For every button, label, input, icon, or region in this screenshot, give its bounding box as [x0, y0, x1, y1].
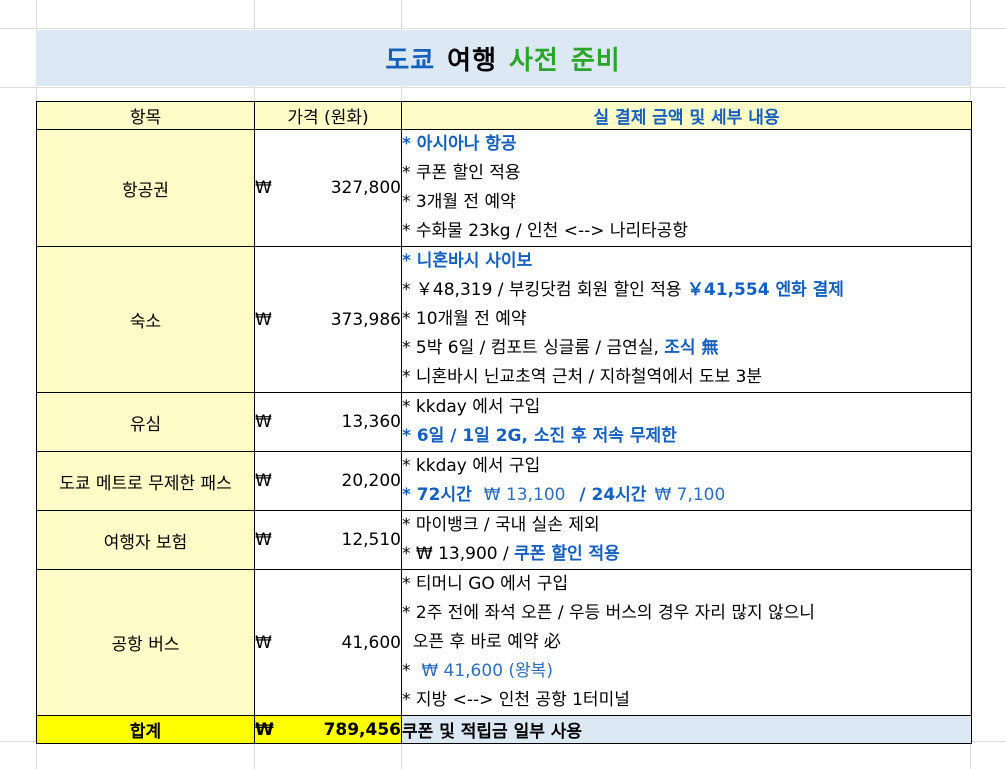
header-detail[interactable]: 실 결제 금액 및 세부 내용	[401, 101, 972, 130]
cell-price-flight[interactable]: ₩327,800	[254, 129, 402, 247]
title-word-prep: 준비	[570, 45, 621, 76]
currency-symbol: ₩	[255, 632, 272, 653]
detail-line: * 10개월 전 예약	[402, 309, 527, 329]
currency-symbol: ₩	[255, 178, 272, 198]
cell-item-flight[interactable]: 항공권	[36, 129, 255, 247]
detail-line: * ₩ 13,900 / 쿠폰 할인 적용	[402, 540, 971, 569]
cell-total-label[interactable]: 합계	[36, 715, 255, 744]
price-value: 41,600	[341, 632, 401, 653]
header-row: 항목 가격 (원화) 실 결제 금액 및 세부 내용	[36, 101, 972, 130]
cell-total-detail[interactable]: 쿠폰 및 적립금 일부 사용	[401, 715, 972, 744]
table-row: 여행자 보험 ₩12,510 * 마이뱅크 / 국내 실손 제외 * ₩ 13,…	[36, 510, 972, 570]
total-value: 789,456	[323, 719, 401, 740]
cell-price-usim[interactable]: ₩13,360	[254, 392, 402, 452]
header-price[interactable]: 가격 (원화)	[254, 101, 402, 130]
price-value: 327,800	[330, 178, 401, 198]
detail-price: ₩ 13,100	[483, 485, 566, 505]
title-word-trip: 여행	[447, 45, 497, 76]
detail-line: * 쿠폰 할인 적용	[402, 163, 521, 183]
detail-highlight: 조식 無	[664, 338, 719, 358]
title-word-advance: 사전	[509, 45, 559, 76]
detail-text: * 5박 6일 / 컴포트 싱글룸 / 금연실,	[402, 338, 665, 358]
detail-text: * ₩ 13,900 /	[402, 544, 515, 564]
cell-price-lodging[interactable]: ₩373,986	[254, 246, 402, 393]
detail-line: 오픈 후 바로 예약 必	[402, 632, 561, 652]
budget-table: 항목 가격 (원화) 실 결제 금액 및 세부 내용 항공권 ₩327,800 …	[36, 101, 972, 744]
cell-price-insurance[interactable]: ₩12,510	[254, 510, 402, 570]
detail-highlight: ￥41,554 엔화 결제	[686, 280, 844, 300]
detail-line: * kkday 에서 구입	[402, 456, 541, 476]
currency-symbol: ₩	[255, 719, 274, 740]
cell-item-airport-bus[interactable]: 공항 버스	[36, 569, 255, 716]
table-row: 유심 ₩13,360 * kkday 에서 구입 * 6일 / 1일 2G, 소…	[36, 392, 972, 452]
cell-total-price[interactable]: ₩789,456	[254, 715, 402, 744]
detail-highlight: / 24시간	[573, 485, 647, 505]
currency-symbol: ₩	[255, 309, 272, 330]
price-value: 20,200	[341, 471, 401, 491]
detail-line: * 수화물 23kg / 인천 <--> 나리타공항	[402, 221, 689, 241]
cell-item-usim[interactable]: 유심	[36, 392, 255, 452]
detail-line: * 니혼바시 닌교초역 근처 / 지하철역에서 도보 3분	[402, 367, 763, 387]
detail-line: * 72시간 ₩ 13,100 / 24시간 ₩ 7,100	[402, 481, 971, 510]
currency-symbol: ₩	[255, 471, 272, 491]
cell-detail-metro-pass[interactable]: * kkday 에서 구입 * 72시간 ₩ 13,100 / 24시간 ₩ 7,1…	[401, 451, 972, 511]
cell-detail-flight[interactable]: * 아시아나 항공 * 쿠폰 할인 적용 * 3개월 전 예약 * 수화물 23…	[401, 129, 972, 247]
detail-line: * 지방 <--> 인천 공항 1터미널	[402, 690, 630, 710]
cell-detail-insurance[interactable]: * 마이뱅크 / 국내 실손 제외 * ₩ 13,900 / 쿠폰 할인 적용	[401, 510, 972, 570]
detail-highlight: * 72시간	[402, 485, 472, 505]
table-row: 공항 버스 ₩41,600 * 티머니 GO 에서 구입 * 2주 전에 좌석 …	[36, 569, 972, 716]
detail-price: ₩ 7,100	[654, 485, 726, 505]
price-value: 373,986	[330, 309, 401, 330]
detail-line: * 3개월 전 예약	[402, 192, 516, 212]
cell-detail-airport-bus[interactable]: * 티머니 GO 에서 구입 * 2주 전에 좌석 오픈 / 우등 버스의 경우…	[401, 569, 972, 716]
detail-line: * 아시아나 항공	[402, 134, 517, 154]
currency-symbol: ₩	[255, 530, 272, 550]
detail-line: * ￥48,319 / 부킹닷컴 회원 할인 적용 ￥41,554 엔화 결제	[402, 276, 971, 305]
table-row: 숙소 ₩373,986 * 니혼바시 사이보 * ￥48,319 / 부킹닷컴 …	[36, 246, 972, 393]
cell-price-metro-pass[interactable]: ₩20,200	[254, 451, 402, 511]
cell-item-lodging[interactable]: 숙소	[36, 246, 255, 393]
page-title: 도쿄 여행 사전 준비	[36, 30, 970, 86]
detail-line: * 6일 / 1일 2G, 소진 후 저속 무제한	[402, 426, 677, 446]
currency-symbol: ₩	[255, 412, 272, 432]
cell-price-airport-bus[interactable]: ₩41,600	[254, 569, 402, 716]
cell-item-metro-pass[interactable]: 도쿄 메트로 무제한 패스	[36, 451, 255, 511]
detail-line: * ₩ 41,600 (왕복)	[402, 657, 971, 686]
table-row: 도쿄 메트로 무제한 패스 ₩20,200 * kkday 에서 구입 * 72…	[36, 451, 972, 511]
detail-line: * 2주 전에 좌석 오픈 / 우등 버스의 경우 자리 많지 않으니	[402, 603, 815, 623]
detail-line: * 니혼바시 사이보	[402, 251, 533, 271]
cell-item-insurance[interactable]: 여행자 보험	[36, 510, 255, 570]
detail-text: * ￥48,319 / 부킹닷컴 회원 할인 적용	[402, 280, 687, 300]
table-row: 항공권 ₩327,800 * 아시아나 항공 * 쿠폰 할인 적용 * 3개월 …	[36, 129, 972, 247]
cell-detail-lodging[interactable]: * 니혼바시 사이보 * ￥48,319 / 부킹닷컴 회원 할인 적용 ￥41…	[401, 246, 972, 393]
detail-line: * kkday 에서 구입	[402, 397, 541, 417]
price-value: 12,510	[341, 530, 401, 550]
detail-line: * 티머니 GO 에서 구입	[402, 574, 569, 594]
price-value: 13,360	[341, 412, 401, 432]
title-word-tokyo: 도쿄	[385, 45, 436, 76]
detail-line: * 마이뱅크 / 국내 실손 제외	[402, 515, 600, 535]
detail-text: *	[402, 661, 422, 681]
cell-detail-usim[interactable]: * kkday 에서 구입 * 6일 / 1일 2G, 소진 후 저속 무제한	[401, 392, 972, 452]
detail-line: * 5박 6일 / 컴포트 싱글룸 / 금연실, 조식 無	[402, 334, 971, 363]
header-item[interactable]: 항목	[36, 101, 255, 130]
detail-price: ₩ 41,600 (왕복)	[421, 661, 553, 681]
total-row: 합계 ₩789,456 쿠폰 및 적립금 일부 사용	[36, 715, 972, 744]
detail-highlight: 쿠폰 할인 적용	[514, 544, 620, 564]
